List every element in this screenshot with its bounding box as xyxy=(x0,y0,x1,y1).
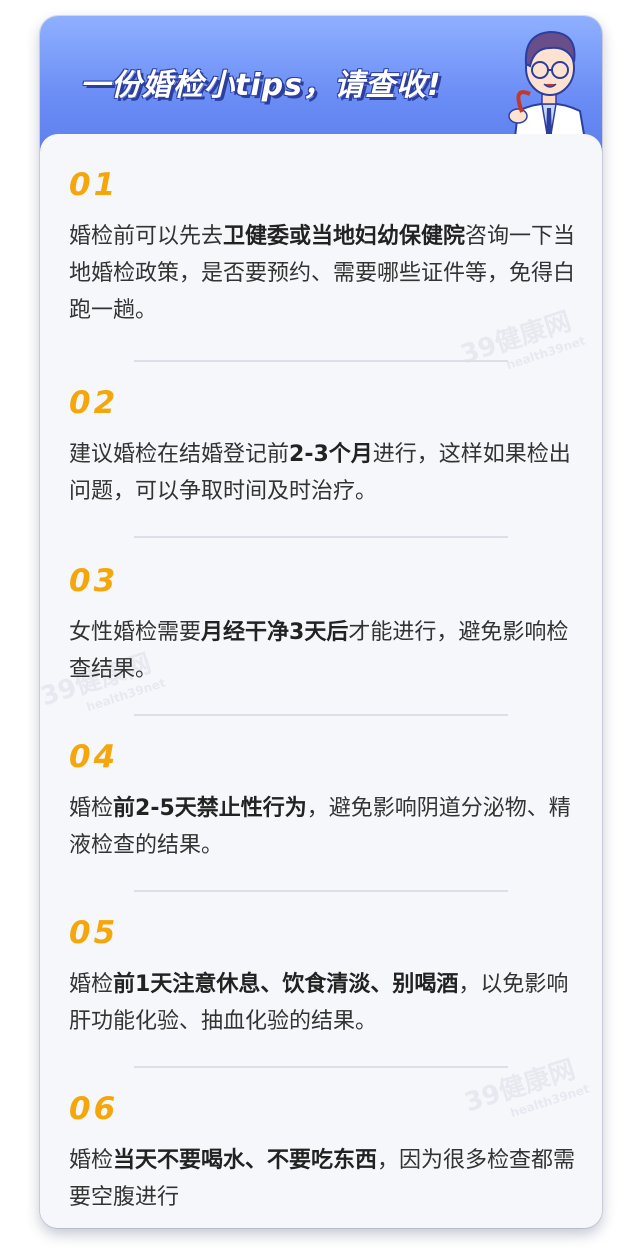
tip-item: 01 婚检前可以先去卫健委或当地妇幼保健院咨询一下当地婚检政策，是否要预约、需要… xyxy=(69,168,579,329)
tip-number: 04 xyxy=(69,739,119,775)
tip-text: 婚检当天不要喝水、不要吃东西，因为很多检查都需要空腹进行 xyxy=(69,1148,576,1210)
divider xyxy=(134,890,508,892)
tip-item: 02 建议婚检在结婚登记前2-3个月进行，这样如果检出问题，可以争取时间及时治疗… xyxy=(69,386,579,510)
page-title: 一份婚检小tips，请查收! xyxy=(80,68,442,103)
doctor-illustration-icon xyxy=(508,30,588,146)
tip-text: 女性婚检需要月经干净3天后才能进行，避免影响检查结果。 xyxy=(69,620,569,682)
tip-text: 婚检前2-5天禁止性行为，避免影响阴道分泌物、精液检查的结果。 xyxy=(69,796,571,858)
tip-text: 婚检前可以先去卫健委或当地妇幼保健院咨询一下当地婚检政策，是否要预约、需要哪些证… xyxy=(69,224,576,323)
tips-card: 一份婚检小tips，请查收! 39健康网 health39net 39健康网 hea… xyxy=(40,16,602,1228)
tip-item: 05 婚检前1天注意休息、饮食清淡、别喝酒，以免影响肝功能化验、抽血化验的结果。 xyxy=(69,916,579,1040)
tip-text: 建议婚检在结婚登记前2-3个月进行，这样如果检出问题，可以争取时间及时治疗。 xyxy=(69,442,571,504)
tip-item: 04 婚检前2-5天禁止性行为，避免影响阴道分泌物、精液检查的结果。 xyxy=(69,740,579,864)
tip-item: 06 婚检当天不要喝水、不要吃东西，因为很多检查都需要空腹进行 xyxy=(69,1092,579,1216)
divider xyxy=(134,1066,508,1068)
divider xyxy=(134,360,508,362)
tip-number: 03 xyxy=(69,563,119,599)
tip-text: 婚检前1天注意休息、饮食清淡、别喝酒，以免影响肝功能化验、抽血化验的结果。 xyxy=(69,972,569,1034)
tip-number: 05 xyxy=(69,915,119,951)
tip-number: 06 xyxy=(69,1091,119,1127)
tips-list: 39健康网 health39net 39健康网 health39net 39健康网 h… xyxy=(40,134,602,1228)
divider xyxy=(134,714,508,716)
tip-number: 02 xyxy=(69,385,119,421)
tip-number: 01 xyxy=(69,167,119,203)
tip-item: 03 女性婚检需要月经干净3天后才能进行，避免影响检查结果。 xyxy=(69,564,579,688)
divider xyxy=(134,536,508,538)
